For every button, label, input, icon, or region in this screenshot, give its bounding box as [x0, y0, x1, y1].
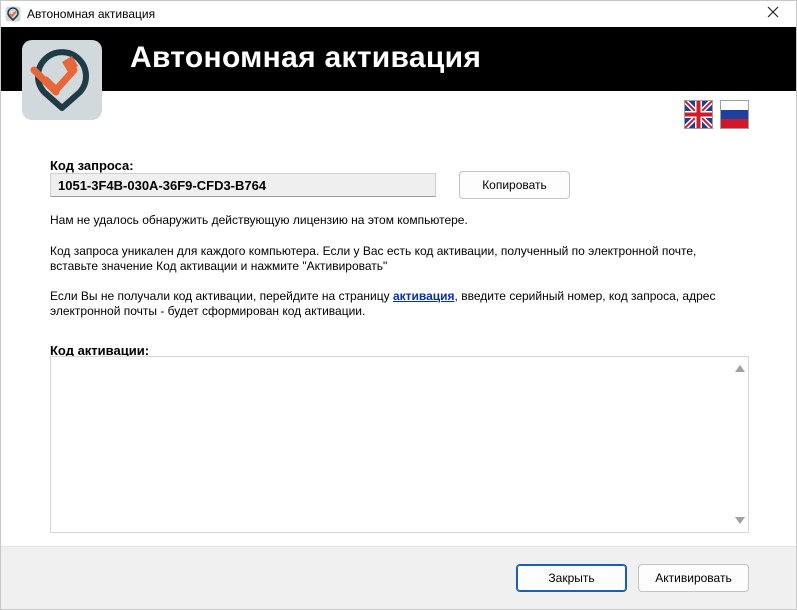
close-icon: [767, 5, 779, 23]
activation-window: Автономная активация Автономная активаци…: [0, 0, 797, 610]
unique-code-message-line1: Код запроса уникален для каждого компьют…: [50, 244, 697, 258]
window-title: Автономная активация: [27, 7, 156, 21]
title-bar: Автономная активация: [1, 1, 796, 27]
no-license-message: Нам не удалось обнаружить действующую ли…: [50, 213, 468, 227]
request-code-label: Код запроса:: [50, 158, 134, 173]
banner-title: Автономная активация: [130, 41, 482, 74]
uk-flag-icon[interactable]: [684, 100, 713, 129]
scroll-down-icon[interactable]: [735, 517, 745, 524]
activation-page-message-line2: электронной почты - будет сформирован ко…: [50, 304, 366, 318]
activation-logo-icon: [22, 40, 102, 120]
request-code-field[interactable]: 1051-3F4B-030A-36F9-CFD3-B764: [50, 173, 436, 197]
scroll-up-icon[interactable]: [735, 365, 745, 372]
activation-page-prefix: Если Вы не получали код активации, перей…: [50, 289, 393, 303]
close-window-button[interactable]: [750, 1, 796, 27]
app-icon: [5, 6, 21, 22]
activation-page-suffix: , введите серийный номер, код запроса, а…: [454, 289, 716, 303]
activation-page-link[interactable]: активация: [393, 289, 455, 303]
copy-button[interactable]: Копировать: [459, 171, 570, 199]
close-button[interactable]: Закрыть: [516, 564, 627, 592]
activation-page-message: Если Вы не получали код активации, перей…: [50, 289, 715, 304]
ru-flag-icon[interactable]: [720, 100, 749, 129]
activate-button[interactable]: Активировать: [638, 564, 749, 592]
activation-code-input[interactable]: [50, 356, 749, 533]
unique-code-message-line2: вставьте значение Код активации и нажмит…: [50, 259, 388, 273]
activation-code-scrollbar[interactable]: [731, 357, 748, 532]
